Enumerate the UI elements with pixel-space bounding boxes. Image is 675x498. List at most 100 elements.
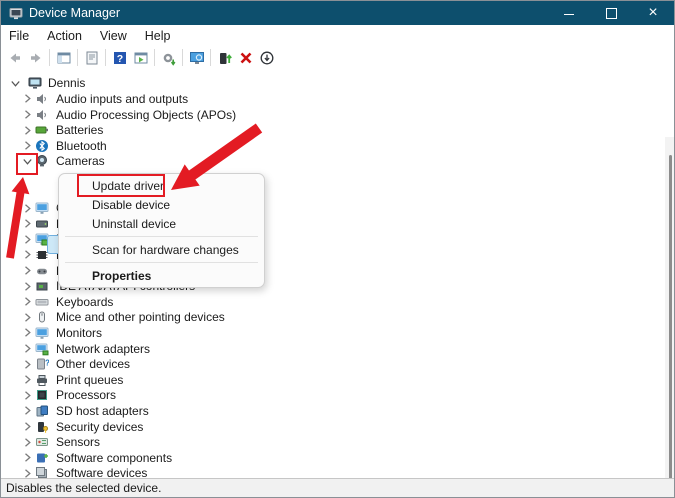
chevron-right-icon[interactable] xyxy=(21,451,34,464)
chevron-right-icon[interactable] xyxy=(21,311,34,324)
minimize-button[interactable] xyxy=(548,1,590,25)
disk-icon xyxy=(35,217,49,231)
monitor-icon xyxy=(35,326,49,340)
chevron-right-icon[interactable] xyxy=(21,373,34,386)
chevron-right-icon[interactable] xyxy=(21,217,34,230)
tree-item-print-queues[interactable]: Print queues xyxy=(1,372,661,388)
chevron-right-icon[interactable] xyxy=(21,264,34,277)
tree-item-label: Network adapters xyxy=(56,341,151,356)
scrollbar-thumb[interactable] xyxy=(669,155,672,481)
help-icon[interactable]: ? xyxy=(109,47,130,68)
ide-icon xyxy=(35,279,49,293)
tree-item-label: Processors xyxy=(56,388,117,403)
tree-item-sd-host-adapters[interactable]: SD host adapters xyxy=(1,403,661,419)
console-tree-icon[interactable] xyxy=(53,47,74,68)
chevron-right-icon[interactable] xyxy=(21,389,34,402)
menu-file[interactable]: File xyxy=(1,25,38,46)
tree-item-label: Security devices xyxy=(56,419,144,434)
vertical-scrollbar[interactable] xyxy=(665,137,674,481)
context-menu-item-uninstall-device[interactable]: Uninstall device xyxy=(59,214,264,233)
properties-doc-icon[interactable] xyxy=(81,47,102,68)
annotation-box-update-driver xyxy=(77,174,165,197)
tree-item-label: Print queues xyxy=(56,372,124,387)
context-menu-item-properties[interactable]: Properties xyxy=(59,266,264,285)
maximize-button[interactable] xyxy=(590,1,632,25)
tree-item-security-devices[interactable]: Security devices xyxy=(1,419,661,435)
context-menu-item-disable-device[interactable]: Disable device xyxy=(59,195,264,214)
tree-item-keyboards[interactable]: Keyboards xyxy=(1,294,661,310)
tree-item-monitors[interactable]: Monitors xyxy=(1,325,661,341)
tree-item-label: Batteries xyxy=(56,123,104,138)
chevron-right-icon[interactable] xyxy=(21,248,34,261)
chevron-right-icon[interactable] xyxy=(21,436,34,449)
software-component-icon xyxy=(35,451,49,465)
menu-action[interactable]: Action xyxy=(38,25,91,46)
tree-item-label: Monitors xyxy=(56,325,103,340)
chevron-right-icon[interactable] xyxy=(21,342,34,355)
annotation-box-cameras-chevron xyxy=(16,153,38,175)
back-icon[interactable] xyxy=(4,47,25,68)
chevron-right-icon[interactable] xyxy=(21,358,34,371)
menu-bar: File Action View Help xyxy=(1,25,674,47)
update-driver-icon[interactable] xyxy=(214,47,235,68)
chevron-right-icon[interactable] xyxy=(21,108,34,121)
tree-item-batteries[interactable]: Batteries xyxy=(1,122,661,138)
chevron-down-icon[interactable] xyxy=(9,77,22,90)
tree-item-label: Audio Processing Objects (APOs) xyxy=(56,107,237,122)
computer-search-icon[interactable] xyxy=(186,47,207,68)
device-manager-window: Device Manager × File Action View Help ? De… xyxy=(0,0,675,498)
tree-item-network-adapters[interactable]: Network adapters xyxy=(1,341,661,357)
scan-hardware-icon[interactable] xyxy=(158,47,179,68)
window-title: Device Manager xyxy=(29,6,121,20)
chevron-right-icon[interactable] xyxy=(21,420,34,433)
chevron-right-icon[interactable] xyxy=(21,233,34,246)
computer-root-icon xyxy=(28,76,42,90)
disable-device-icon[interactable] xyxy=(256,47,277,68)
tree-item-audio-processing-objects-apos[interactable]: Audio Processing Objects (APOs) xyxy=(1,107,661,123)
context-menu-item-scan-for-hardware-changes[interactable]: Scan for hardware changes xyxy=(59,240,264,259)
tree-item-other-devices[interactable]: ? Other devices xyxy=(1,356,661,372)
network-icon xyxy=(35,342,49,356)
toolbar-separator xyxy=(182,49,183,66)
chevron-right-icon[interactable] xyxy=(21,404,34,417)
chevron-right-icon[interactable] xyxy=(21,124,34,137)
chevron-right-icon[interactable] xyxy=(21,326,34,339)
tree-item-label: Mice and other pointing devices xyxy=(56,310,225,325)
tree-item-audio-inputs-and-outputs[interactable]: Audio inputs and outputs xyxy=(1,91,661,107)
speaker-icon xyxy=(35,92,49,106)
chevron-right-icon[interactable] xyxy=(21,280,34,293)
close-button[interactable]: × xyxy=(632,1,674,25)
menu-help[interactable]: Help xyxy=(136,25,180,46)
chevron-right-icon[interactable] xyxy=(21,202,34,215)
tree-item-bluetooth[interactable]: Bluetooth xyxy=(1,138,661,154)
tree-item-cameras[interactable]: Cameras xyxy=(1,153,661,169)
tree-item-mice-and-other-pointing-devices[interactable]: Mice and other pointing devices xyxy=(1,309,661,325)
chevron-right-icon[interactable] xyxy=(21,92,34,105)
processor-icon xyxy=(35,388,49,402)
tree-item-label: Bluetooth xyxy=(56,138,107,153)
chevron-right-icon[interactable] xyxy=(21,139,34,152)
toolbar-separator xyxy=(77,49,78,66)
tree-item-label: Cameras xyxy=(56,154,105,169)
tree-item-software-components[interactable]: Software components xyxy=(1,450,661,466)
speaker-icon xyxy=(35,108,49,122)
status-bar: Disables the selected device. xyxy=(1,478,674,497)
printer-icon xyxy=(35,373,49,387)
tree-item-sensors[interactable]: Sensors xyxy=(1,434,661,450)
hid-icon xyxy=(35,264,49,278)
menu-separator xyxy=(65,236,258,237)
sensor-icon xyxy=(35,435,49,449)
tree-item-processors[interactable]: Processors xyxy=(1,387,661,403)
menu-view[interactable]: View xyxy=(91,25,136,46)
tree-item-dennis[interactable]: Dennis xyxy=(1,75,661,91)
toolbar-separator xyxy=(154,49,155,66)
svg-text:?: ? xyxy=(45,359,49,368)
keyboard-icon xyxy=(35,295,49,309)
uninstall-device-icon[interactable] xyxy=(235,47,256,68)
sd-card-icon xyxy=(35,404,49,418)
forward-icon[interactable] xyxy=(25,47,46,68)
tree-item-label: Keyboards xyxy=(56,294,114,309)
action-pane-icon[interactable] xyxy=(130,47,151,68)
tree-item-label: Audio inputs and outputs xyxy=(56,91,189,106)
chevron-right-icon[interactable] xyxy=(21,295,34,308)
